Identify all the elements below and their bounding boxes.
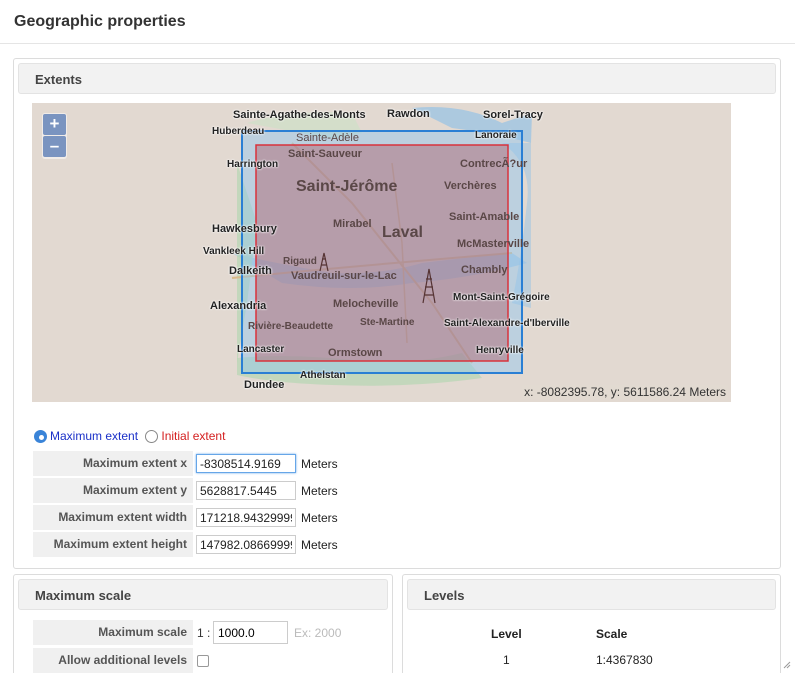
extent-x-row: Maximum extent x Meters [33,451,773,477]
page-header: Geographic properties [0,0,795,44]
extent-width-label: Maximum extent width [33,505,193,530]
extents-heading: Extents [35,72,82,87]
extent-y-row: Maximum extent y Meters [33,478,773,504]
extent-x-label: Maximum extent x [33,451,193,476]
levels-column-scale: Scale [596,627,628,641]
extent-height-unit: Meters [301,538,338,552]
place-label: Huberdeau [212,126,265,137]
maximum-extent-label[interactable]: Maximum extent [50,429,138,443]
place-label: Henryville [476,345,524,356]
place-label: Vankleek Hill [203,246,265,257]
page-title: Geographic properties [14,13,186,30]
scale-prefix: 1 : [197,626,211,640]
zoom-control: + – [42,113,67,159]
extent-y-label: Maximum extent y [33,478,193,503]
place-label: Vaudreuil-sur-le-Lac [291,270,397,282]
extent-height-row: Maximum extent height Meters [33,532,773,558]
maximum-scale-row: Maximum scale 1 : Ex: 2000 [33,620,393,646]
place-label: Rivière-Beaudette [248,321,334,332]
extent-width-unit: Meters [301,511,338,525]
place-label: Rigaud [283,256,317,267]
zoom-in-button[interactable]: + [43,114,66,135]
place-label: Ormstown [328,347,383,359]
extent-width-input[interactable] [196,508,296,527]
levels-heading: Levels [424,588,465,603]
maximum-scale-heading: Maximum scale [35,588,132,603]
place-label: ContrecÃ?ur [460,158,528,170]
levels-panel: Levels Level Scale 1 1:4367830 [402,574,781,673]
maximum-scale-hint: Ex: 2000 [294,626,342,640]
place-label: Sainte-Agathe-des-Monts [233,109,366,121]
levels-row-level: 1 [503,653,510,667]
extent-height-input[interactable] [196,535,296,554]
place-label: Saint-Sauveur [288,148,362,160]
maximum-extent-option[interactable]: Maximum extent [34,429,142,443]
resize-handle-icon[interactable] [783,661,791,669]
levels-column-level: Level [491,627,522,641]
place-label: Lancaster [237,344,285,355]
place-label: Sainte-Adèle [296,132,359,144]
place-label: Melocheville [333,298,399,310]
extent-x-input[interactable] [196,454,296,473]
place-label: Lanoraie [475,130,517,141]
extent-y-input[interactable] [196,481,296,500]
place-label: Harrington [227,159,279,170]
allow-additional-levels-checkbox[interactable] [197,655,209,667]
place-label: Sorel-Tracy [483,109,543,121]
levels-row-scale: 1:4367830 [596,653,653,667]
place-label: Saint-Jérôme [296,178,398,195]
place-label: Ste-Martine [360,317,415,328]
place-label: Alexandria [210,300,267,312]
allow-additional-levels-label: Allow additional levels [33,648,193,673]
place-label: Mirabel [333,218,372,230]
place-label: Dalkeith [229,265,272,277]
initial-extent-label[interactable]: Initial extent [161,429,225,443]
place-label: Saint-Amable [449,211,520,223]
extent-x-unit: Meters [301,457,338,471]
initial-extent-option[interactable]: Initial extent [145,429,225,443]
place-label: Hawkesbury [212,223,277,235]
extent-map[interactable]: Sainte-Agathe-des-Monts Rawdon Sorel-Tra… [32,103,731,402]
maximum-extent-radio[interactable] [34,429,47,443]
place-label: Athelstan [300,370,346,381]
maximum-scale-label: Maximum scale [33,620,193,645]
place-label: Verchères [444,180,497,192]
place-label: Saint-Alexandre-d'Iberville [444,318,570,329]
place-label: Chambly [461,264,508,276]
place-label: McMasterville [457,238,530,250]
extents-panel-header: Extents [18,63,776,94]
extent-y-unit: Meters [301,484,338,498]
extents-panel: Extents Sainte-Agathe-des-Monts Rawdon S… [13,58,781,569]
allow-additional-levels-row: Allow additional levels [33,648,393,673]
levels-panel-header: Levels [407,579,776,610]
place-label: Laval [382,224,423,241]
extent-type-radio-group: Maximum extent Initial extent [34,428,225,444]
extent-width-row: Maximum extent width Meters [33,505,773,531]
extent-height-label: Maximum extent height [33,532,193,557]
zoom-out-button[interactable]: – [43,136,66,157]
place-label: Mont-Saint-Grégoire [453,292,550,303]
maximum-scale-input[interactable] [213,621,288,644]
place-label: Dundee [244,379,285,391]
place-label: Rawdon [387,108,430,120]
initial-extent-radio[interactable] [145,429,159,443]
maximum-scale-panel: Maximum scale Maximum scale 1 : Ex: 2000… [13,574,393,673]
mouse-coordinates: x: -8082395.78, y: 5611586.24 Meters [522,385,728,399]
maximum-scale-panel-header: Maximum scale [18,579,388,610]
